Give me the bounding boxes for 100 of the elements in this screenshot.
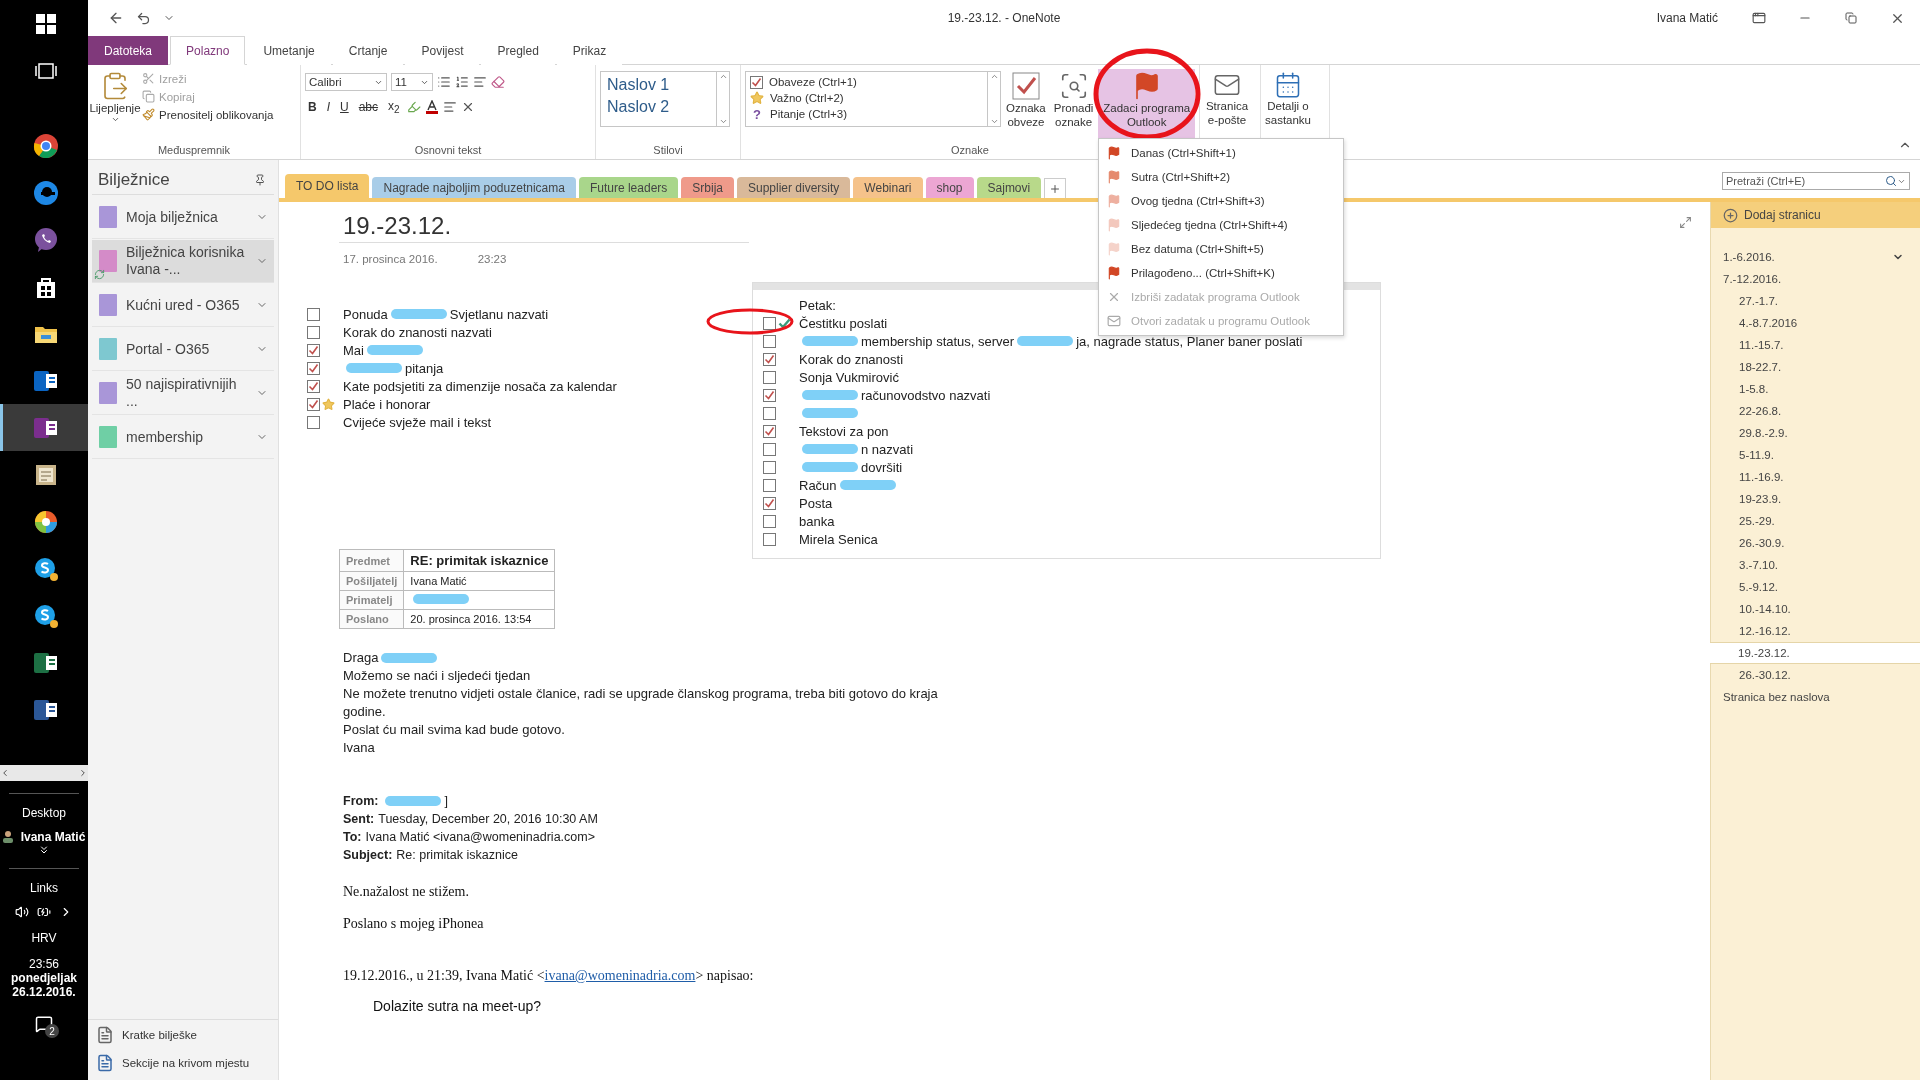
- section-tab[interactable]: Srbija: [681, 177, 734, 198]
- page-item[interactable]: Stranica bez naslova: [1711, 686, 1920, 708]
- checkbox[interactable]: [763, 514, 776, 528]
- page-item[interactable]: 26.-30.9.: [1711, 532, 1920, 554]
- page-item[interactable]: 5-11.9.: [1711, 444, 1920, 466]
- format-button[interactable]: B: [305, 100, 320, 115]
- section-tab[interactable]: Future leaders: [578, 177, 679, 198]
- page-item[interactable]: 3.-7.10.: [1711, 554, 1920, 576]
- notebook-item[interactable]: Bilježnica korisnika Ivana -...: [92, 240, 274, 283]
- page-item[interactable]: 10.-14.10.: [1711, 598, 1920, 620]
- tag-item[interactable]: Važno (Ctrl+2): [748, 90, 986, 106]
- checkbox[interactable]: [307, 325, 320, 339]
- checkbox[interactable]: [763, 496, 776, 510]
- section-tab[interactable]: TO DO lista: [285, 174, 370, 198]
- checkbox[interactable]: [763, 334, 776, 348]
- ribbon-tab[interactable]: Polazno: [170, 36, 246, 65]
- menu-item[interactable]: Danas (Ctrl+Shift+1): [1099, 141, 1343, 165]
- paste-button[interactable]: Lijepljenje: [92, 69, 138, 143]
- page-item[interactable]: 25.-29.: [1711, 510, 1920, 532]
- checkbox[interactable]: [763, 442, 776, 456]
- section-tab[interactable]: Nagrade najboljim poduzetnicama: [372, 177, 576, 198]
- page-item[interactable]: 11.-16.9.: [1711, 466, 1920, 488]
- add-page-button[interactable]: Dodaj stranicu: [1711, 202, 1920, 228]
- scroll-right-icon[interactable]: [78, 768, 88, 778]
- quick-notes-button[interactable]: Kratke bilješke: [94, 1024, 278, 1046]
- page-item[interactable]: 11.-15.7.: [1711, 334, 1920, 356]
- desktop-label[interactable]: Desktop: [22, 806, 66, 820]
- checkbox[interactable]: [763, 424, 776, 438]
- checkbox[interactable]: [763, 370, 776, 384]
- scroll-left-icon[interactable]: [0, 768, 10, 778]
- file-tab[interactable]: Datoteka: [88, 36, 169, 65]
- page-item[interactable]: 19.-23.12.: [1710, 642, 1920, 664]
- menu-item[interactable]: Prilagođeno... (Ctrl+Shift+K): [1099, 261, 1343, 285]
- align-icon[interactable]: [442, 100, 457, 115]
- checkbox[interactable]: [763, 316, 776, 330]
- tag-button[interactable]: Pronađi oznake: [1050, 69, 1097, 143]
- page-item[interactable]: 12.-16.12.: [1711, 620, 1920, 642]
- tag-button[interactable]: Oznaka obveze: [1003, 69, 1049, 143]
- language-label[interactable]: HRV: [31, 931, 57, 945]
- style-item[interactable]: Naslov 1: [603, 74, 714, 96]
- numbering-icon[interactable]: [455, 75, 469, 89]
- scrollbar[interactable]: [0, 765, 88, 781]
- font-field[interactable]: Calibri: [305, 73, 387, 91]
- email-link[interactable]: ivana@womeninadria.com: [544, 968, 696, 983]
- style-item[interactable]: Naslov 2: [603, 96, 714, 118]
- font-size-field[interactable]: 11: [391, 73, 433, 91]
- checkbox[interactable]: [307, 379, 320, 393]
- section-tab[interactable]: Supplier diversity: [737, 177, 851, 198]
- checkbox[interactable]: [763, 460, 776, 474]
- links-label[interactable]: Links: [30, 881, 58, 895]
- misplaced-sections-button[interactable]: Sekcije na krivom mjestu: [94, 1052, 278, 1074]
- checkbox[interactable]: [763, 532, 776, 546]
- checkbox[interactable]: [763, 478, 776, 492]
- user-name[interactable]: Ivana Matić: [1656, 11, 1718, 25]
- checkbox[interactable]: [307, 343, 320, 357]
- scroll-down-icon[interactable]: [989, 117, 999, 126]
- page-item[interactable]: 5.-9.12.: [1711, 576, 1920, 598]
- ribbon-display-icon[interactable]: [1752, 11, 1766, 25]
- checkbox[interactable]: [763, 388, 776, 402]
- tag-item[interactable]: ? Pitanje (Ctrl+3): [748, 106, 986, 122]
- format-button[interactable]: I: [323, 100, 333, 115]
- notebook-item[interactable]: Moja bilježnica: [92, 196, 274, 239]
- notebook-item[interactable]: Kućni ured - O365: [92, 284, 274, 327]
- search-icon[interactable]: [1885, 175, 1897, 187]
- section-tab[interactable]: Sajmovi: [976, 177, 1042, 198]
- restore-icon[interactable]: [1845, 12, 1857, 24]
- page-item[interactable]: 27.-1.7.: [1711, 290, 1920, 312]
- battery-icon[interactable]: [37, 905, 51, 919]
- volume-icon[interactable]: [15, 905, 29, 919]
- page-item[interactable]: 1-5.8.: [1711, 378, 1920, 400]
- expand-icon[interactable]: [38, 844, 50, 856]
- scroll-up-icon[interactable]: [718, 72, 728, 81]
- checkbox[interactable]: [307, 415, 320, 429]
- checkbox[interactable]: [307, 397, 320, 411]
- clipboard-button[interactable]: Prenositelj oblikovanja: [140, 107, 276, 122]
- email-page-button[interactable]: Stranica e-pošte: [1204, 69, 1250, 143]
- checkbox[interactable]: [307, 361, 320, 375]
- notebook-item[interactable]: membership: [92, 416, 274, 459]
- tag-item[interactable]: Obaveze (Ctrl+1): [748, 74, 986, 90]
- pin-icon[interactable]: [254, 174, 266, 186]
- back-icon[interactable]: [108, 10, 124, 26]
- page-item[interactable]: 26.-30.12.: [1711, 664, 1920, 686]
- format-button[interactable]: U: [337, 100, 352, 115]
- checkbox[interactable]: [307, 307, 320, 321]
- section-tab[interactable]: shop: [925, 177, 974, 198]
- taskbar-app[interactable]: [0, 404, 88, 451]
- page-item[interactable]: 1.-6.2016.: [1711, 246, 1920, 268]
- page-item[interactable]: 18-22.7.: [1711, 356, 1920, 378]
- search-box[interactable]: Pretraži (Ctrl+E): [1722, 172, 1910, 190]
- menu-item[interactable]: Ovog tjedna (Ctrl+Shift+3): [1099, 189, 1343, 213]
- page-item[interactable]: 29.8.-2.9.: [1711, 422, 1920, 444]
- page-item[interactable]: 7.-12.2016.: [1711, 268, 1920, 290]
- page-item[interactable]: 19-23.9.: [1711, 488, 1920, 510]
- checkbox[interactable]: [763, 406, 776, 420]
- user-name[interactable]: Ivana Matić: [20, 830, 86, 844]
- menu-item[interactable]: Sutra (Ctrl+Shift+2): [1099, 165, 1343, 189]
- scroll-up-icon[interactable]: [989, 72, 999, 81]
- indent-icon[interactable]: [473, 75, 487, 89]
- bullets-icon[interactable]: [437, 75, 451, 89]
- meeting-details-button[interactable]: Detalji o sastanku: [1265, 69, 1311, 143]
